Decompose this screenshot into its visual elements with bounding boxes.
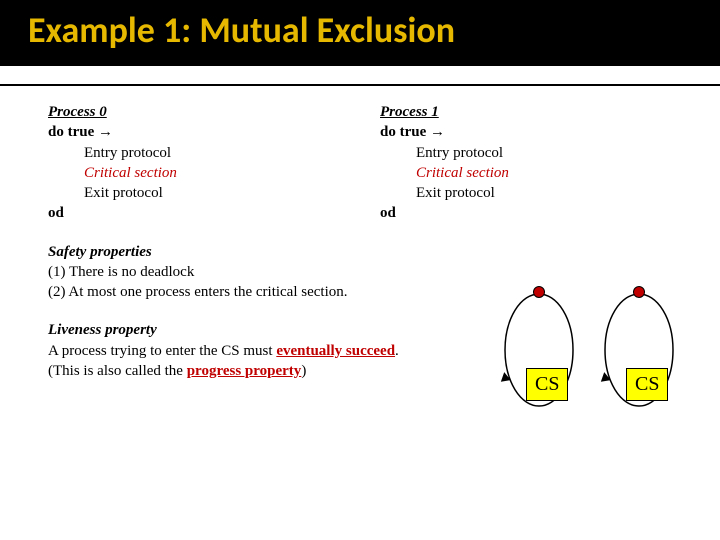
liveness-eventually: eventually succeed	[276, 343, 395, 359]
process-0-critical: Critical section	[48, 163, 340, 183]
process-0-exit: Exit protocol	[48, 183, 340, 203]
process-1-head: Process 1	[380, 102, 672, 122]
liveness-progress: progress property	[187, 363, 302, 379]
liveness-post2: )	[301, 363, 306, 379]
slide-title: Example 1: Mutual Exclusion	[28, 8, 692, 52]
loop-right: CS	[600, 290, 678, 410]
liveness-post: .	[395, 343, 399, 359]
process-0-head: Process 0	[48, 102, 340, 122]
loop-left: CS	[500, 290, 578, 410]
slide: Example 1: Mutual Exclusion Process 0 do…	[0, 0, 720, 540]
process-1: Process 1 do true → Entry protocol Criti…	[380, 102, 672, 224]
cs-box-right: CS	[626, 368, 668, 401]
cs-box-left: CS	[526, 368, 568, 401]
safety-head: Safety properties	[48, 242, 672, 262]
loop-right-dot-icon	[633, 286, 645, 298]
process-1-do: do true →	[380, 122, 672, 142]
process-0-od: od	[48, 203, 340, 223]
safety-line-1: (1) There is no deadlock	[48, 262, 672, 282]
liveness-pre: A process trying to enter the CS must	[48, 343, 276, 359]
process-0-do: do true →	[48, 122, 340, 142]
loop-right-arrow-icon	[599, 371, 610, 382]
loop-left-arrow-icon	[499, 371, 510, 382]
process-1-entry: Entry protocol	[380, 143, 672, 163]
loop-left-dot-icon	[533, 286, 545, 298]
cs-diagram: CS CS	[500, 290, 690, 430]
process-columns: Process 0 do true → Entry protocol Criti…	[48, 102, 672, 224]
process-1-od: od	[380, 203, 672, 223]
process-0-entry: Entry protocol	[48, 143, 340, 163]
title-band: Example 1: Mutual Exclusion	[0, 0, 720, 66]
process-0: Process 0 do true → Entry protocol Criti…	[48, 102, 340, 224]
process-1-critical: Critical section	[380, 163, 672, 183]
liveness-pre2: (This is also called the	[48, 363, 187, 379]
process-1-exit: Exit protocol	[380, 183, 672, 203]
